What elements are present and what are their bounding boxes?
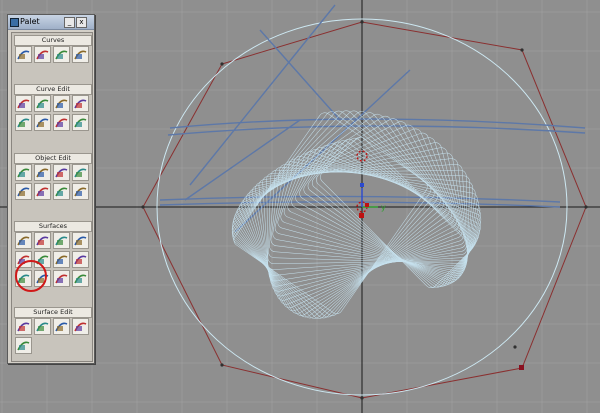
- pivot-manipulator-lower: [356, 188, 378, 218]
- sphere-surface-tool[interactable]: [15, 232, 32, 249]
- curve-offset-tool[interactable]: [53, 95, 70, 112]
- section-header-object-edit[interactable]: Object Edit: [14, 153, 92, 164]
- curve-intersect-icon: [74, 99, 87, 109]
- object-copy-icon: [36, 168, 49, 178]
- text-tool-tool[interactable]: [72, 46, 89, 63]
- palette-tool-area: Curves Curve Edit Object Edit Surfaces S…: [11, 32, 93, 362]
- curve-attach-tool[interactable]: [34, 95, 51, 112]
- revolve-surface-icon: [55, 236, 68, 246]
- object-delete-tool[interactable]: [53, 183, 70, 200]
- surface-fillet-icon: [36, 322, 49, 332]
- curve-align-tool[interactable]: [72, 114, 89, 131]
- object-pick-tool[interactable]: [72, 183, 89, 200]
- object-scale-icon: [74, 168, 87, 178]
- surface-untrim-tool[interactable]: [72, 318, 89, 335]
- curve-fillet-tool[interactable]: [15, 114, 32, 131]
- object-move-tool[interactable]: [15, 164, 32, 181]
- origin-marker: [360, 183, 364, 187]
- section-header-curves[interactable]: Curves: [14, 35, 92, 46]
- app-icon: [10, 18, 19, 27]
- rail-surface-tool[interactable]: [53, 251, 70, 268]
- text-tool-icon: [74, 50, 87, 60]
- surface-offset-icon: [55, 322, 68, 332]
- surface-fillet-tool[interactable]: [34, 318, 51, 335]
- ruled-surface-tool[interactable]: [72, 270, 89, 287]
- curve-extend-icon: [36, 118, 49, 128]
- curve-align-icon: [74, 118, 87, 128]
- object-move-icon: [17, 168, 30, 178]
- curve-fillet-icon: [17, 118, 30, 128]
- boundary-surface-icon: [74, 255, 87, 265]
- close-button[interactable]: x: [76, 17, 87, 28]
- object-mirror-icon: [17, 187, 30, 197]
- section-header-surfaces[interactable]: Surfaces: [14, 221, 92, 232]
- plane-surface-icon: [36, 236, 49, 246]
- curve-project-tool[interactable]: [53, 114, 70, 131]
- object-copy-tool[interactable]: [34, 164, 51, 181]
- curve-project-icon: [55, 118, 68, 128]
- section-header-surface-edit[interactable]: Surface Edit: [14, 307, 92, 318]
- section-header-curve-edit[interactable]: Curve Edit: [14, 84, 92, 95]
- object-pick-icon: [74, 187, 87, 197]
- rail-surface-icon: [55, 255, 68, 265]
- object-group-icon: [36, 187, 49, 197]
- surface-trim-tool[interactable]: [15, 318, 32, 335]
- palette-title: Palet: [20, 17, 40, 26]
- curve-cv-tool-icon: [36, 50, 49, 60]
- curve-extend-tool[interactable]: [34, 114, 51, 131]
- palette-window[interactable]: Palet _ x Curves Curve Edit Object Edit …: [7, 14, 95, 364]
- curve-ep-tool-icon: [55, 50, 68, 60]
- polygon-cv-points: [141, 20, 588, 400]
- object-rotate-tool[interactable]: [53, 164, 70, 181]
- object-mirror-tool[interactable]: [15, 183, 32, 200]
- boundary-surface-tool[interactable]: [72, 251, 89, 268]
- ruled-surface-icon: [74, 274, 87, 284]
- minimize-button[interactable]: _: [64, 17, 75, 28]
- sphere-surface-icon: [17, 236, 30, 246]
- circle-tool-tool[interactable]: [15, 46, 32, 63]
- object-scale-tool[interactable]: [72, 164, 89, 181]
- curve-cv-tool-tool[interactable]: [34, 46, 51, 63]
- curve-attach-icon: [36, 99, 49, 109]
- construction-curves: [159, 4, 586, 233]
- cv-marker: [519, 365, 524, 370]
- drape-surface-icon: [55, 274, 68, 284]
- object-group-tool[interactable]: [34, 183, 51, 200]
- surface-attach-tool[interactable]: [15, 337, 32, 354]
- surface-attach-icon: [17, 341, 30, 351]
- object-delete-icon: [55, 187, 68, 197]
- surface-untrim-icon: [74, 322, 87, 332]
- curve-trim-tool[interactable]: [15, 95, 32, 112]
- construction-polygon: [142, 21, 587, 399]
- palette-titlebar[interactable]: Palet _ x: [8, 15, 94, 30]
- curve-trim-icon: [17, 99, 30, 109]
- loft-surface-tool[interactable]: [72, 232, 89, 249]
- axis-label-y: y: [381, 203, 386, 212]
- swept-surface-wireframe: [231, 110, 482, 319]
- curve-offset-icon: [55, 99, 68, 109]
- circle-tool-icon: [17, 50, 30, 60]
- selected-tool-highlight: [15, 260, 47, 292]
- plane-surface-tool[interactable]: [34, 232, 51, 249]
- object-rotate-icon: [55, 168, 68, 178]
- curve-intersect-tool[interactable]: [72, 95, 89, 112]
- surface-offset-tool[interactable]: [53, 318, 70, 335]
- loft-surface-icon: [74, 236, 87, 246]
- revolve-surface-tool[interactable]: [53, 232, 70, 249]
- surface-trim-icon: [17, 322, 30, 332]
- drape-surface-tool[interactable]: [53, 270, 70, 287]
- curve-ep-tool-tool[interactable]: [53, 46, 70, 63]
